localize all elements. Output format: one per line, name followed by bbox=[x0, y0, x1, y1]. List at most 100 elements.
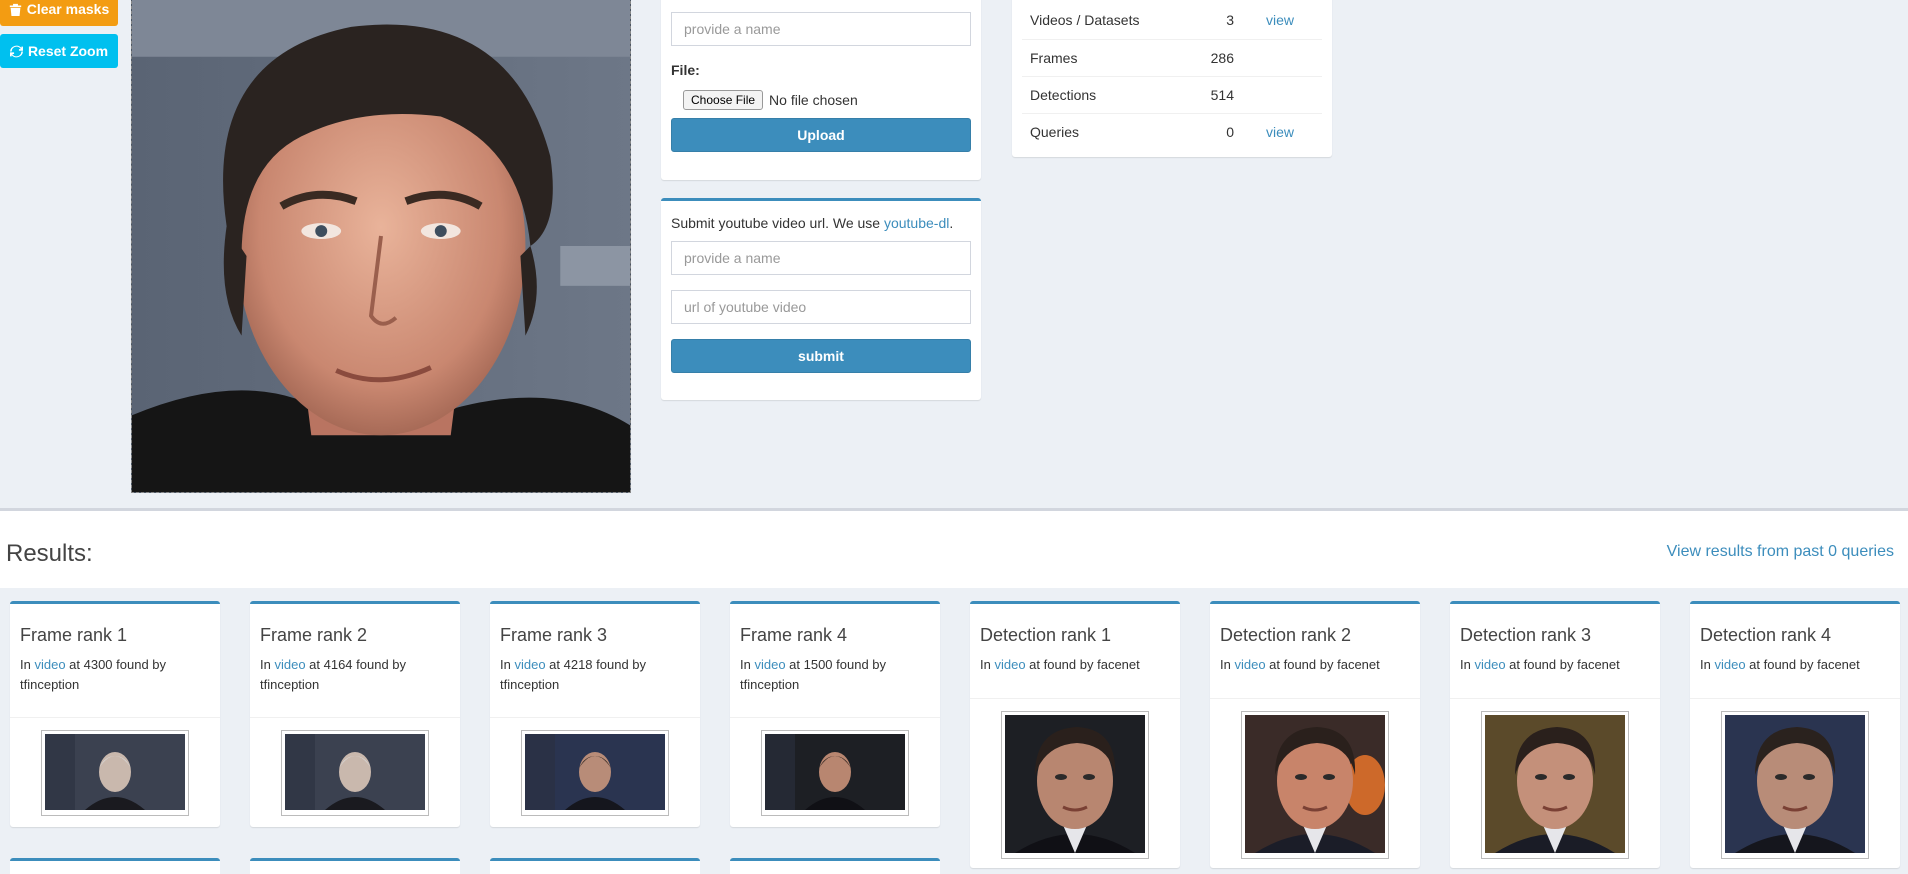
upload-button[interactable]: Upload bbox=[671, 118, 971, 152]
result-card: Detection rank 4 In video at found by fac… bbox=[1690, 601, 1900, 868]
stats-value: 514 bbox=[1162, 76, 1242, 114]
stats-row: Frames 286 bbox=[1022, 39, 1322, 77]
youtube-dl-link[interactable]: youtube-dl bbox=[884, 215, 949, 231]
result-card-description: In video at 4218 found by tfinception bbox=[500, 655, 690, 695]
result-card-description: In video at found by facenet bbox=[1700, 655, 1890, 675]
result-thumbnail[interactable] bbox=[1721, 711, 1869, 859]
file-label: File: bbox=[671, 62, 700, 78]
submit-button[interactable]: submit bbox=[671, 339, 971, 373]
youtube-name-input[interactable]: provide a name bbox=[671, 241, 971, 275]
result-card-body bbox=[970, 698, 1180, 868]
result-thumbnail[interactable] bbox=[41, 730, 189, 816]
stats-value: 0 bbox=[1226, 123, 1234, 140]
stats-view-link[interactable]: view bbox=[1266, 124, 1294, 140]
upload-name-input[interactable]: provide a name bbox=[671, 12, 971, 46]
result-card-next-row bbox=[730, 858, 940, 874]
result-card: Frame rank 4 In video at 1500 found by tf… bbox=[730, 601, 940, 827]
result-card-title: Detection rank 4 bbox=[1700, 625, 1832, 645]
result-card-header: Frame rank 3 In video at 4218 found by tf… bbox=[490, 604, 700, 717]
stats-value: 3 bbox=[1162, 2, 1242, 40]
file-picker: Choose File No file chosen bbox=[683, 90, 971, 110]
results-title: Results: bbox=[6, 540, 93, 567]
result-card-header: Frame rank 4 In video at 1500 found by tf… bbox=[730, 604, 940, 717]
youtube-intro-text: Submit youtube video url. We use bbox=[671, 215, 884, 231]
result-card-next-row bbox=[250, 858, 460, 874]
result-card-header: Detection rank 2 In video at found by fac… bbox=[1210, 604, 1420, 698]
result-thumbnail[interactable] bbox=[281, 730, 429, 816]
upload-panel: provide a name File: Choose File No file… bbox=[661, 0, 981, 180]
result-card-header: Detection rank 4 In video at found by fac… bbox=[1690, 604, 1900, 698]
past-queries-link[interactable]: View results from past 0 queries bbox=[1667, 543, 1894, 561]
result-suffix: at found by facenet bbox=[1745, 657, 1860, 672]
stats-label: Queries bbox=[1030, 123, 1080, 140]
result-card-body bbox=[1210, 698, 1420, 868]
result-video-link[interactable]: video bbox=[1714, 657, 1745, 672]
result-thumbnail[interactable] bbox=[1241, 711, 1389, 859]
result-card-header: Frame rank 1 In video at 4300 found by tf… bbox=[10, 604, 220, 717]
result-prefix: In bbox=[500, 657, 515, 672]
result-card: Frame rank 2 In video at 4164 found by tf… bbox=[250, 601, 460, 827]
result-card-description: In video at 1500 found by tfinception bbox=[740, 655, 930, 695]
clear-masks-label: Clear masks bbox=[26, 1, 110, 17]
result-thumbnail[interactable] bbox=[1001, 711, 1149, 859]
youtube-url-input[interactable]: url of youtube video bbox=[671, 290, 971, 324]
result-card-title: Frame rank 4 bbox=[740, 625, 848, 645]
result-card-body bbox=[10, 717, 220, 827]
result-prefix: In bbox=[20, 657, 35, 672]
result-suffix: at found by facenet bbox=[1265, 657, 1380, 672]
refresh-icon bbox=[9, 45, 23, 57]
result-card-description: In video at found by facenet bbox=[1460, 655, 1650, 675]
result-video-link[interactable]: video bbox=[994, 657, 1025, 672]
result-prefix: In bbox=[260, 657, 275, 672]
choose-file-button[interactable]: Choose File bbox=[683, 90, 764, 110]
result-card-description: In video at 4300 found by tfinception bbox=[20, 655, 210, 695]
result-thumbnail[interactable] bbox=[1481, 711, 1629, 859]
result-card: Detection rank 2 In video at found by fac… bbox=[1210, 601, 1420, 868]
result-card-description: In video at found by facenet bbox=[1220, 655, 1410, 675]
result-thumbnail[interactable] bbox=[521, 730, 669, 816]
result-video-link[interactable]: video bbox=[514, 657, 545, 672]
result-card: Detection rank 1 In video at found by fac… bbox=[970, 601, 1180, 868]
stats-panel: Videos / Datasets 3 view Frames 286 Detection… bbox=[1012, 0, 1332, 157]
stats-action-cell: view bbox=[1242, 113, 1322, 150]
reset-zoom-button[interactable]: Reset Zoom bbox=[0, 34, 118, 68]
result-card-header: Frame rank 2 In video at 4164 found by tf… bbox=[250, 604, 460, 717]
result-thumbnail[interactable] bbox=[761, 730, 909, 816]
stats-label: Videos / Datasets bbox=[1022, 2, 1162, 40]
result-prefix: In bbox=[740, 657, 755, 672]
result-prefix: In bbox=[1700, 657, 1715, 672]
result-video-link[interactable]: video bbox=[754, 657, 785, 672]
result-video-link[interactable]: video bbox=[274, 657, 305, 672]
result-card-title: Frame rank 1 bbox=[20, 625, 128, 645]
stats-label: Detections bbox=[1022, 76, 1162, 114]
result-card-description: In video at found by facenet bbox=[980, 655, 1170, 675]
reset-zoom-label: Reset Zoom bbox=[27, 43, 109, 59]
youtube-panel: Submit youtube video url. We use youtube… bbox=[661, 198, 981, 400]
stats-row: Videos / Datasets 3 view bbox=[1022, 2, 1322, 40]
result-card-header: Detection rank 3 In video at found by fac… bbox=[1450, 604, 1660, 698]
result-video-link[interactable]: video bbox=[1474, 657, 1505, 672]
result-prefix: In bbox=[1460, 657, 1475, 672]
result-video-link[interactable]: video bbox=[34, 657, 65, 672]
stats-view-link[interactable]: view bbox=[1266, 12, 1294, 28]
result-card-body bbox=[1690, 698, 1900, 868]
result-card-body bbox=[490, 717, 700, 827]
result-prefix: In bbox=[1220, 657, 1235, 672]
clear-masks-button[interactable]: Clear masks bbox=[0, 0, 118, 26]
result-card-title: Detection rank 2 bbox=[1220, 625, 1352, 645]
result-card-title: Frame rank 2 bbox=[260, 625, 368, 645]
stats-row: Detections 514 bbox=[1022, 76, 1322, 114]
result-card-title: Frame rank 3 bbox=[500, 625, 608, 645]
result-card: Detection rank 3 In video at found by fac… bbox=[1450, 601, 1660, 868]
result-card-header: Detection rank 1 In video at found by fac… bbox=[970, 604, 1180, 698]
stats-table: Videos / Datasets 3 view Frames 286 Detection… bbox=[1022, 2, 1322, 150]
result-card-body bbox=[730, 717, 940, 827]
result-card: Frame rank 3 In video at 4218 found by tf… bbox=[490, 601, 700, 827]
result-card-next-row bbox=[490, 858, 700, 874]
query-image-canvas[interactable] bbox=[131, 0, 631, 493]
result-video-link[interactable]: video bbox=[1234, 657, 1265, 672]
result-card-title: Detection rank 1 bbox=[980, 625, 1112, 645]
stats-label: Frames bbox=[1022, 39, 1162, 77]
trash-icon bbox=[9, 3, 21, 16]
result-card-next-row bbox=[10, 858, 220, 874]
